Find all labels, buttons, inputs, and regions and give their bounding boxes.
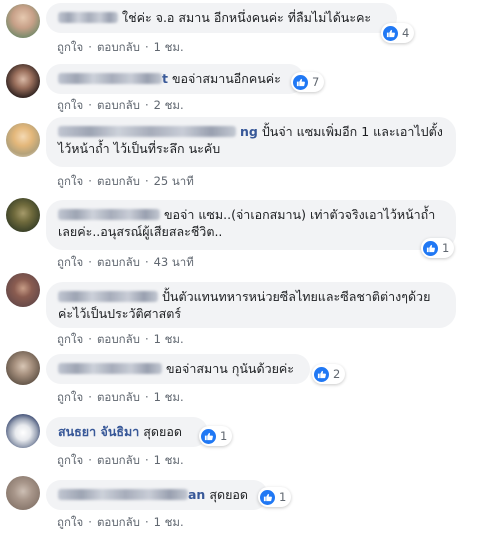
comment-bubble: ng ปั้นจ่า แซมเพิ่มอีก 1 และเอาไปตั้งไว้… (46, 117, 456, 167)
separator: · (88, 453, 92, 467)
reply-link[interactable]: ตอบกลับ (97, 98, 140, 112)
reaction-count[interactable]: 1 (199, 426, 233, 446)
avatar[interactable] (6, 4, 40, 38)
avatar[interactable] (6, 414, 40, 448)
like-link[interactable]: ถูกใจ (57, 515, 83, 529)
separator: · (88, 174, 92, 188)
comment-time[interactable]: 25 นาที (154, 174, 194, 188)
comment-time[interactable]: 1 ชม. (154, 40, 184, 54)
avatar[interactable] (6, 476, 40, 510)
like-icon (314, 366, 329, 382)
reply-link[interactable]: ตอบกลับ (97, 174, 140, 188)
commenter-name[interactable] (58, 126, 236, 137)
comment-bubble: ปั้นตัวแทนทหารหน่วยซีลไทยและซีลชาติต่างๆ… (46, 282, 456, 328)
comment-actions: ถูกใจ · ตอบกลับ · 1 ชม. (57, 39, 184, 57)
reply-link[interactable]: ตอบกลับ (97, 255, 140, 269)
reaction-count[interactable]: 4 (381, 23, 415, 43)
separator: · (144, 515, 149, 529)
avatar[interactable] (6, 198, 40, 232)
separator: · (144, 40, 149, 54)
like-link[interactable]: ถูกใจ (57, 174, 83, 188)
separator: · (144, 453, 149, 467)
reaction-count[interactable]: 2 (312, 364, 346, 384)
comment-text: ขอจ่าสมานอีกคนค่ะ (171, 71, 281, 86)
avatar[interactable] (6, 64, 40, 98)
like-icon (293, 74, 308, 90)
reaction-count[interactable]: 1 (258, 487, 292, 507)
reply-link[interactable]: ตอบกลับ (97, 453, 140, 467)
avatar[interactable] (6, 273, 40, 307)
like-link[interactable]: ถูกใจ (57, 255, 83, 269)
commenter-name-visible[interactable]: an (188, 487, 205, 502)
like-link[interactable]: ถูกใจ (57, 332, 83, 346)
reaction-count[interactable]: 7 (291, 72, 325, 92)
comment-text: สุดยอด (143, 424, 182, 439)
reply-link[interactable]: ตอบกลับ (97, 515, 140, 529)
separator: · (144, 390, 149, 404)
comment-actions: ถูกใจ · ตอบกลับ · 1 ชม. (57, 452, 184, 470)
like-link[interactable]: ถูกใจ (57, 390, 83, 404)
reaction-count[interactable]: 1 (421, 238, 455, 258)
comment-actions: ถูกใจ · ตอบกลับ · 2 ชม. (57, 97, 184, 115)
separator: · (88, 332, 92, 346)
commenter-name[interactable] (58, 489, 188, 500)
comment-text: ขอจ่าสมาน กุนันด้วยค่ะ (166, 361, 294, 376)
separator: · (88, 390, 92, 404)
commenter-name[interactable] (58, 12, 118, 23)
comment-actions: ถูกใจ · ตอบกลับ · 43 นาที (57, 254, 194, 272)
like-icon (201, 428, 216, 444)
commenter-name-visible[interactable]: t (162, 71, 168, 86)
separator: · (88, 98, 92, 112)
commenter-name-visible[interactable]: ng (240, 124, 258, 139)
reply-link[interactable]: ตอบกลับ (97, 390, 140, 404)
like-icon (423, 240, 438, 256)
commenter-name[interactable] (58, 291, 158, 302)
comment-time[interactable]: 43 นาที (154, 255, 194, 269)
separator: · (144, 174, 149, 188)
comment-time[interactable]: 1 ชม. (154, 453, 184, 467)
commenter-name[interactable] (58, 209, 160, 220)
avatar[interactable] (6, 123, 40, 157)
reply-link[interactable]: ตอบกลับ (97, 332, 140, 346)
commenter-name[interactable]: สนธยา จันธิมา (58, 424, 139, 439)
separator: · (88, 40, 92, 54)
like-link[interactable]: ถูกใจ (57, 98, 83, 112)
commenter-name[interactable] (58, 363, 162, 374)
comment-time[interactable]: 2 ชม. (154, 98, 184, 112)
like-icon (260, 489, 275, 505)
separator: · (144, 255, 149, 269)
comment-time[interactable]: 1 ชม. (154, 390, 184, 404)
reply-link[interactable]: ตอบกลับ (97, 40, 140, 54)
separator: · (144, 332, 149, 346)
avatar[interactable] (6, 351, 40, 385)
like-link[interactable]: ถูกใจ (57, 40, 83, 54)
commenter-name[interactable] (58, 73, 162, 84)
comment-actions: ถูกใจ · ตอบกลับ · 25 นาที (57, 173, 194, 191)
comment-bubble: ขอจ่า แซม..(จ่าเอกสมาน) เท่าตัวจริงเอาไว… (46, 200, 456, 250)
comment-actions: ถูกใจ · ตอบกลับ · 1 ชม. (57, 514, 184, 532)
comment-actions: ถูกใจ · ตอบกลับ · 1 ชม. (57, 389, 184, 407)
comment-text: สุดยอด (209, 487, 249, 502)
comment-bubble: สนธยา จันธิมา สุดยอด (46, 417, 208, 447)
comment-time[interactable]: 1 ชม. (154, 515, 184, 529)
comment-bubble: an สุดยอด (46, 480, 268, 510)
like-link[interactable]: ถูกใจ (57, 453, 83, 467)
comment-bubble: t ขอจ่าสมานอีกคนค่ะ (46, 64, 304, 94)
separator: · (144, 98, 149, 112)
separator: · (88, 515, 92, 529)
comment-time[interactable]: 1 ชม. (154, 332, 184, 346)
comment-text: ใช่ค่ะ จ.อ สมาน อีกหนึ่งคนค่ะ ที่ลืมไม่ไ… (122, 10, 372, 25)
comment-actions: ถูกใจ · ตอบกลับ · 1 ชม. (57, 331, 184, 349)
like-icon (383, 25, 398, 41)
comment-bubble: ขอจ่าสมาน กุนันด้วยค่ะ (46, 354, 310, 384)
comment-bubble: ใช่ค่ะ จ.อ สมาน อีกหนึ่งคนค่ะ ที่ลืมไม่ไ… (46, 3, 397, 33)
separator: · (88, 255, 92, 269)
